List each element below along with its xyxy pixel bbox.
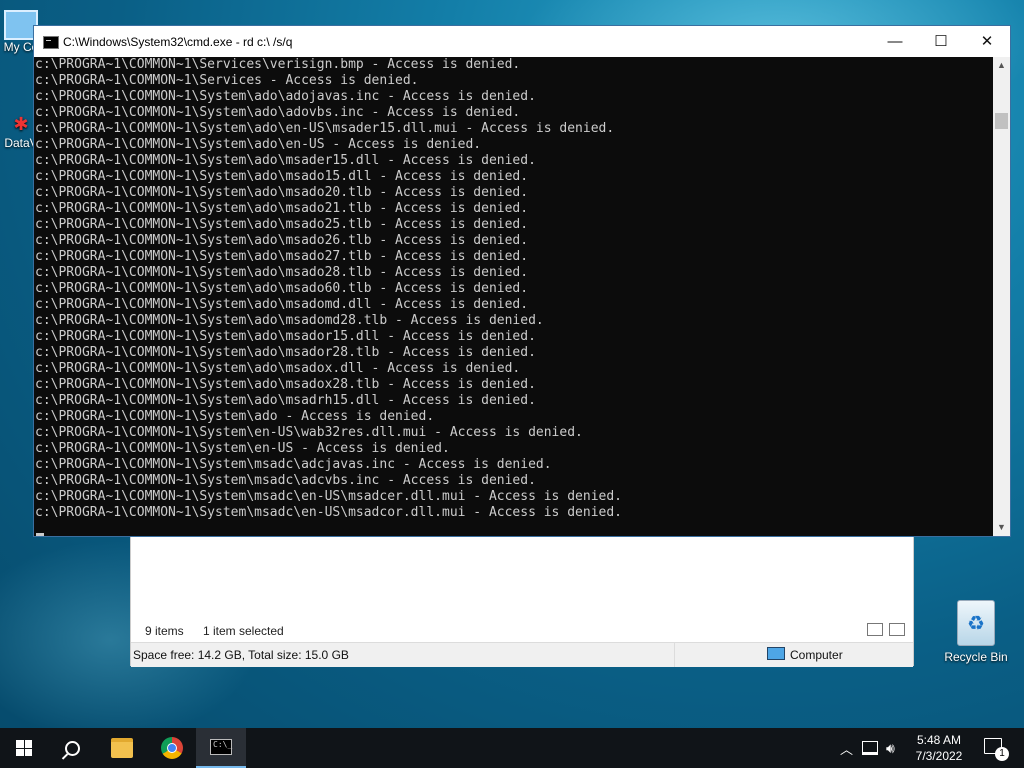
search-icon	[64, 740, 80, 756]
shortcut-icon: ✱	[13, 114, 29, 134]
taskbar-file-explorer[interactable]	[98, 728, 146, 768]
large-icons-view-icon[interactable]	[889, 623, 905, 636]
items-count: 9 items	[145, 624, 184, 638]
console-line: c:\PROGRA~1\COMMON~1\System\ado\en-US - …	[35, 137, 482, 152]
console-line: c:\PROGRA~1\COMMON~1\System\ado\msado20.…	[35, 185, 529, 200]
notification-badge: 1	[995, 747, 1009, 761]
console-output[interactable]: c:\PROGRA~1\COMMON~1\Services\verisign.b…	[34, 57, 993, 536]
volume-icon[interactable]: 🔊︎	[886, 728, 895, 768]
console-line: c:\PROGRA~1\COMMON~1\System\ado\en-US\ms…	[35, 121, 615, 136]
scrollbar-thumb[interactable]	[995, 113, 1008, 129]
console-line: c:\PROGRA~1\COMMON~1\System\msadc\en-US\…	[35, 505, 622, 520]
console-line: c:\PROGRA~1\COMMON~1\System\ado\msador28…	[35, 345, 536, 360]
console-line: c:\PROGRA~1\COMMON~1\System\ado\msado26.…	[35, 233, 529, 248]
console-line: c:\PROGRA~1\COMMON~1\Services\verisign.b…	[35, 57, 521, 72]
file-explorer-icon	[111, 738, 133, 758]
command-prompt-window[interactable]: C:\Windows\System32\cmd.exe - rd c:\ /s/…	[33, 25, 1011, 537]
view-toggle	[861, 623, 905, 639]
search-button[interactable]	[48, 728, 96, 768]
console-line: c:\PROGRA~1\COMMON~1\System\ado\msadomd2…	[35, 313, 544, 328]
window-titlebar[interactable]: C:\Windows\System32\cmd.exe - rd c:\ /s/…	[34, 26, 1010, 57]
computer-icon	[767, 647, 785, 660]
location-indicator: Computer	[767, 647, 843, 662]
console-line: c:\PROGRA~1\COMMON~1\System\ado\msadrh15…	[35, 393, 536, 408]
console-line: c:\PROGRA~1\COMMON~1\System\en-US - Acce…	[35, 441, 450, 456]
console-line: c:\PROGRA~1\COMMON~1\System\ado - Access…	[35, 409, 435, 424]
console-line: c:\PROGRA~1\COMMON~1\System\ado\msado28.…	[35, 265, 529, 280]
command-prompt-icon: C:\_	[210, 739, 232, 755]
console-line: c:\PROGRA~1\COMMON~1\Services - Access i…	[35, 73, 419, 88]
console-line: c:\PROGRA~1\COMMON~1\System\ado\msado27.…	[35, 249, 529, 264]
console-line: c:\PROGRA~1\COMMON~1\System\en-US\wab32r…	[35, 425, 583, 440]
console-line: c:\PROGRA~1\COMMON~1\System\ado\adovbs.i…	[35, 105, 521, 120]
console-line: c:\PROGRA~1\COMMON~1\System\msadc\en-US\…	[35, 489, 622, 504]
taskbar-chrome[interactable]	[148, 728, 196, 768]
chrome-icon	[161, 737, 183, 759]
notification-center-icon[interactable]: 1	[984, 738, 1009, 761]
text-cursor	[36, 533, 44, 536]
console-line: c:\PROGRA~1\COMMON~1\System\ado\msadox28…	[35, 377, 536, 392]
maximize-button[interactable]: ☐	[918, 26, 964, 57]
window-title: C:\Windows\System32\cmd.exe - rd c:\ /s/…	[63, 35, 293, 49]
clock-date: 7/3/2022	[915, 749, 963, 763]
console-line: c:\PROGRA~1\COMMON~1\System\ado\msadomd.…	[35, 297, 529, 312]
console-line: c:\PROGRA~1\COMMON~1\System\msadc\adcvbs…	[35, 473, 536, 488]
scroll-up-icon[interactable]: ▲	[993, 57, 1010, 74]
file-explorer-window[interactable]: 9 items 1 item selected Space free: 14.2…	[130, 536, 914, 667]
windows-start-icon	[16, 740, 32, 756]
desktop-icon-label: Recycle Bin	[944, 650, 1008, 664]
vertical-scrollbar[interactable]: ▲ ▼	[993, 57, 1010, 536]
explorer-status-row: 9 items 1 item selected	[131, 620, 913, 642]
console-line: c:\PROGRA~1\COMMON~1\System\ado\msader15…	[35, 153, 536, 168]
explorer-status-bar: Space free: 14.2 GB, Total size: 15.0 GB…	[131, 642, 913, 667]
console-line: c:\PROGRA~1\COMMON~1\System\ado\msador15…	[35, 329, 536, 344]
scroll-down-icon[interactable]: ▼	[993, 519, 1010, 536]
console-line: c:\PROGRA~1\COMMON~1\System\msadc\adcjav…	[35, 457, 552, 472]
console-line: c:\PROGRA~1\COMMON~1\System\ado\msado25.…	[35, 217, 529, 232]
details-view-icon[interactable]	[867, 623, 883, 636]
taskbar: C:\_ ︿ 🔊︎ 5:48 AM 7/3/2022 1	[0, 728, 1024, 768]
console-line: c:\PROGRA~1\COMMON~1\System\ado\msado60.…	[35, 281, 529, 296]
clock[interactable]: 5:48 AM 7/3/2022	[906, 732, 972, 764]
recycle-bin-icon	[957, 600, 995, 646]
status-divider	[674, 643, 675, 667]
disk-space-info: Space free: 14.2 GB, Total size: 15.0 GB	[133, 648, 349, 662]
console-line: c:\PROGRA~1\COMMON~1\System\ado\msadox.d…	[35, 361, 521, 376]
selection-count: 1 item selected	[203, 624, 284, 638]
taskbar-command-prompt[interactable]: C:\_	[196, 728, 246, 768]
minimize-button[interactable]: —	[872, 26, 918, 57]
console-line: c:\PROGRA~1\COMMON~1\System\ado\adojavas…	[35, 89, 536, 104]
location-label: Computer	[790, 648, 843, 662]
close-button[interactable]: ✕	[964, 26, 1010, 57]
show-hidden-icons-chevron-icon[interactable]: ︿	[840, 728, 853, 768]
desktop-icon-recycle-bin[interactable]: Recycle Bin	[938, 600, 1014, 664]
command-prompt-icon	[43, 36, 59, 49]
console-line: c:\PROGRA~1\COMMON~1\System\ado\msado15.…	[35, 169, 529, 184]
clock-time: 5:48 AM	[916, 733, 962, 747]
start-button[interactable]	[0, 728, 48, 768]
console-line: c:\PROGRA~1\COMMON~1\System\ado\msado21.…	[35, 201, 529, 216]
network-icon[interactable]	[862, 728, 878, 768]
